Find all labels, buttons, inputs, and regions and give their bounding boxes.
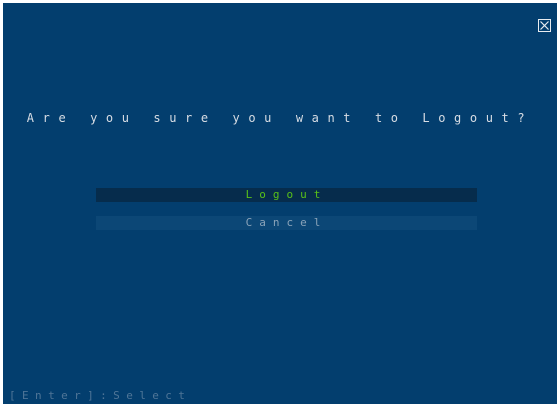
logout-dialog: Are you sure you want to Logout? Logout … (3, 3, 557, 404)
close-button[interactable] (538, 19, 551, 32)
cancel-option[interactable]: Cancel (96, 216, 477, 230)
close-icon (538, 19, 551, 32)
key-hint: [Enter]:Select (9, 389, 192, 402)
logout-option[interactable]: Logout (96, 188, 477, 202)
logout-question: Are you sure you want to Logout? (26, 111, 534, 125)
